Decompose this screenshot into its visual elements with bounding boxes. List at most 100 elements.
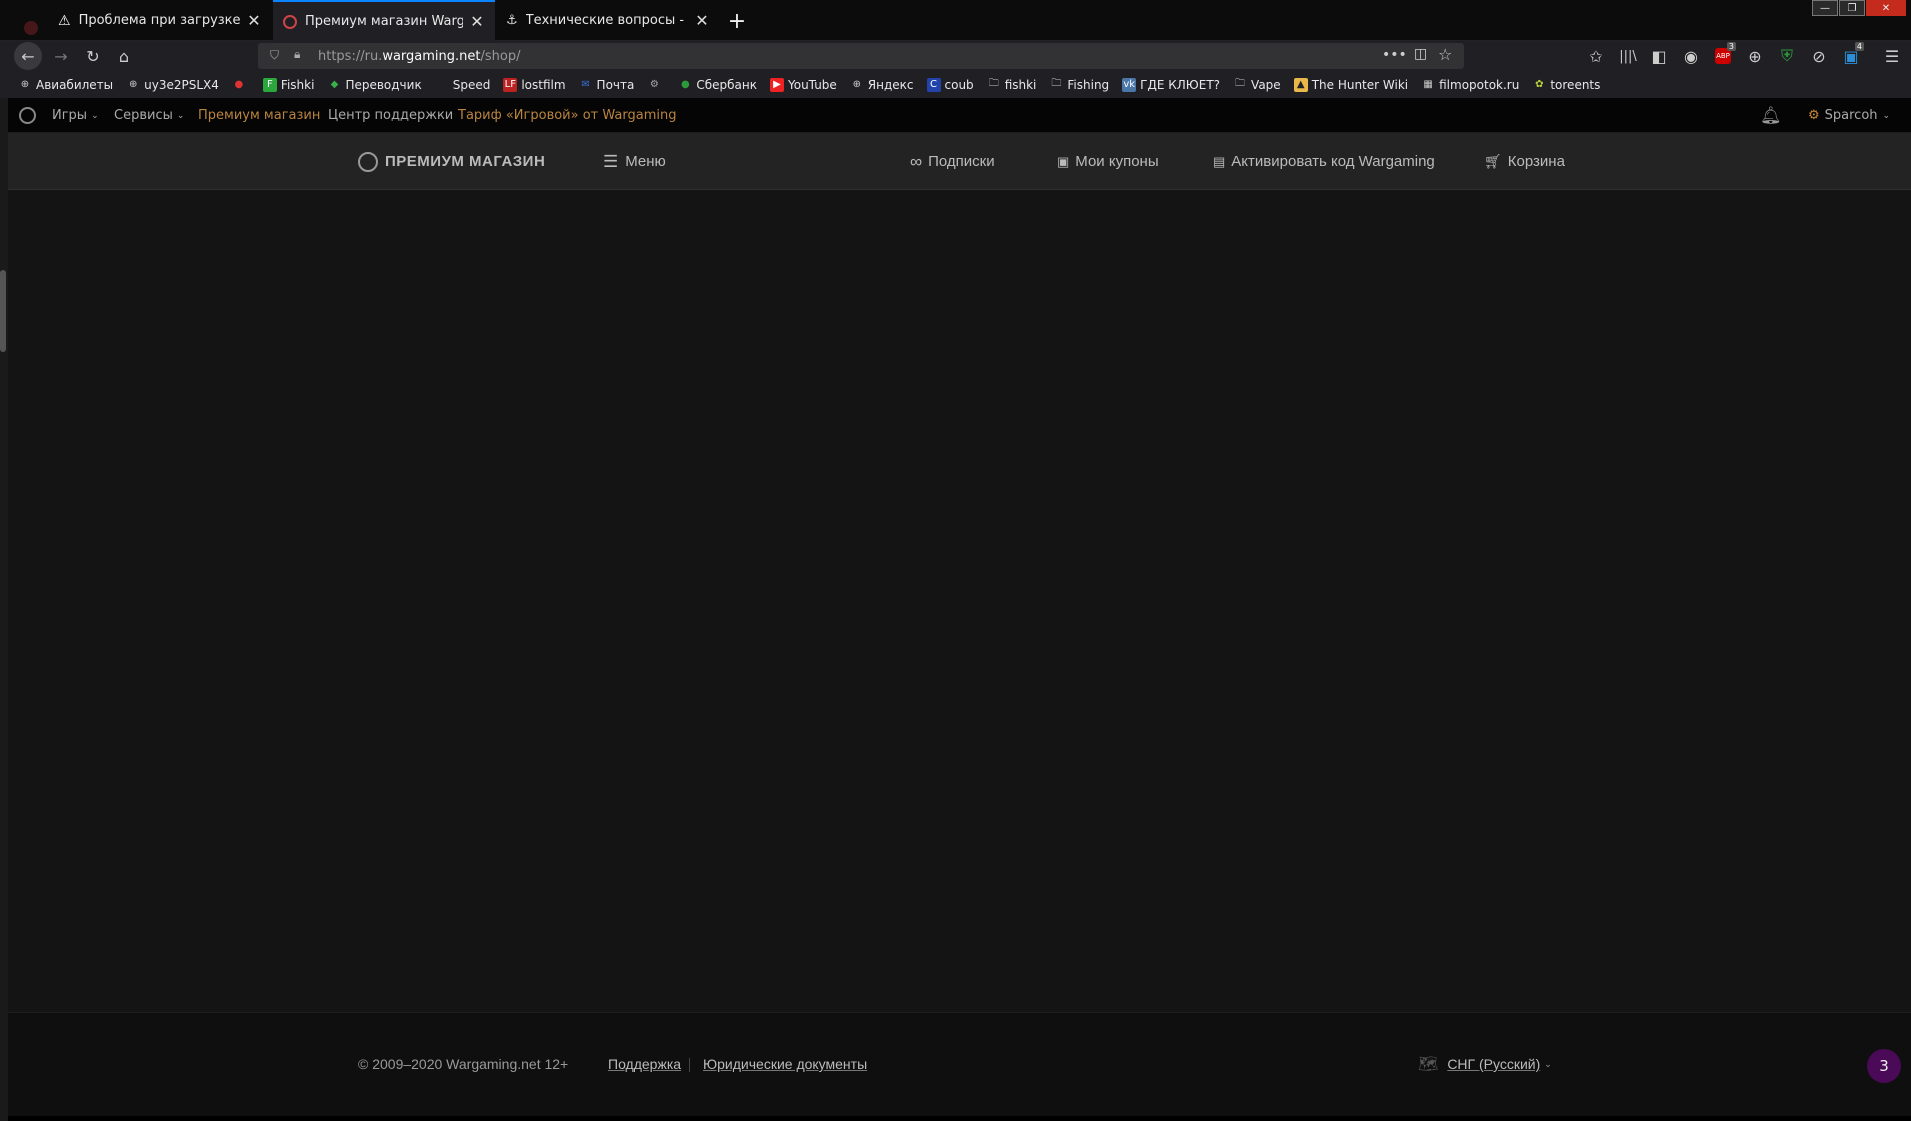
bookmark-item[interactable]: vk ГДЕ КЛЮЕТ? (1122, 77, 1221, 92)
cart-icon: 🛒︎ (1484, 153, 1502, 169)
bookmark-item[interactable]: ✿ toreents (1532, 78, 1600, 92)
subscriptions-link[interactable]: ∞ Подписки (910, 133, 995, 190)
lock-extension-button[interactable]: ▣ 4 (1837, 42, 1865, 70)
tab-premium-shop[interactable]: Премиум магазин Wargaming ✕ (273, 0, 495, 41)
bookmark-item[interactable]: ✉ Почта (579, 78, 634, 92)
minimize-button[interactable]: — (1812, 0, 1838, 16)
shop-menu-button[interactable]: ☰ Меню (603, 133, 666, 190)
adblock-button[interactable]: ABP 3 (1709, 42, 1737, 70)
shop-logo[interactable]: ПРЕМИУМ МАГАЗИН (358, 133, 545, 190)
pocket-icon[interactable]: ◫ (1414, 46, 1427, 62)
folder-icon: 🗀 (1235, 78, 1246, 89)
library-button[interactable]: |||\ (1614, 42, 1642, 70)
copyright-text: © 2009–2020 Wargaming.net 12+ (358, 1056, 569, 1072)
user-menu[interactable]: ⚙ Sparcoh ⌄ (1808, 98, 1890, 133)
bookmark-label: Fishki (280, 77, 315, 92)
block-extension-button[interactable]: ⊘ (1805, 42, 1833, 70)
bookmark-label: coub (944, 77, 974, 92)
bookmark-label: lostfilm (521, 77, 566, 92)
bookmark-item[interactable]: LF lostfilm (503, 77, 566, 92)
chevron-down-icon: ⌄ (176, 110, 185, 121)
close-icon[interactable]: ✕ (694, 11, 710, 30)
premium-shop-link[interactable]: Премиум магазин (198, 98, 320, 133)
bookmark-label: ГДЕ КЛЮЕТ? (1140, 77, 1221, 92)
region-selector[interactable]: 🗺︎ СНГ (Русский) ⌄ (1418, 1052, 1552, 1076)
bookmark-item[interactable]: ◆ Переводчик (327, 78, 422, 92)
notifications-bell-icon[interactable]: 🔔︎ (1760, 98, 1782, 133)
bookmark-item[interactable]: 🗀 fishki (987, 78, 1037, 92)
activate-code-link[interactable]: ▤ Активировать код Wargaming (1213, 133, 1435, 190)
bookmark-item[interactable]: ▶ YouTube (770, 77, 837, 92)
bookmark-label: filmopotok.ru (1439, 77, 1520, 92)
bookmark-item[interactable]: ⊕ uy3e2PSLX4 (126, 78, 219, 92)
bookmark-item[interactable]: ⊕ Авиабилеты (18, 78, 113, 92)
shield-extension-button[interactable]: ⛨ (1773, 42, 1801, 70)
bookmark-star-icon[interactable]: ☆ (1438, 45, 1452, 64)
bookmark-item[interactable]: Ccoub (926, 77, 974, 92)
cart-link[interactable]: 🛒︎ Корзина (1484, 133, 1565, 190)
page-footer (8, 1012, 1911, 1116)
bookmark-item[interactable]: F Fishki (262, 77, 315, 92)
globe-extension-button[interactable]: ⊕ (1741, 42, 1769, 70)
legal-docs-link[interactable]: Юридические документы (703, 1052, 867, 1076)
back-button[interactable]: ← (14, 42, 42, 70)
subscriptions-label: Подписки (928, 153, 995, 170)
fishki-icon: F (262, 77, 277, 92)
url-bar[interactable]: ⛉ 🔒︎ https://ru. wargaming.net/shop/ ••• … (258, 43, 1464, 69)
url-prefix: https://ru. (318, 48, 383, 64)
wargaming-logo-icon[interactable] (19, 107, 36, 124)
services-menu[interactable]: Сервисы ⌄ (114, 98, 184, 133)
bookmark-item[interactable]: ⚙ (647, 78, 665, 92)
bookmark-label: Speed (452, 77, 491, 92)
account-icon: ◉ (1684, 46, 1698, 66)
coupons-link[interactable]: ▣ Мои купоны (1057, 133, 1159, 190)
close-icon[interactable]: ✕ (246, 11, 262, 30)
bookmark-item[interactable]: ● Сбербанк (678, 78, 757, 92)
adblock-count: 3 (1726, 42, 1736, 51)
youtube-icon: ▶ (770, 77, 784, 92)
shield-icon: ⛨ (1780, 46, 1793, 65)
bookmarks-menu-button[interactable]: ✩ (1582, 42, 1610, 70)
reload-icon: ↻ (86, 46, 100, 66)
tariff-link[interactable]: Тариф «Игровой» от Wargaming (458, 98, 676, 133)
url-path: /shop/ (480, 48, 521, 64)
tab-load-problem[interactable]: ⚠ Проблема при загрузке стра ✕ (48, 0, 272, 41)
lock-icon: 🔒︎ (294, 47, 301, 61)
tab-tech-questions[interactable]: ⚓ Технические вопросы - Офи ✕ (496, 0, 720, 41)
bookmark-item[interactable]: ● (232, 78, 250, 92)
notification-counter-badge[interactable]: 3 (1867, 1049, 1901, 1083)
wargaming-logo-icon (283, 14, 297, 29)
bookmark-item[interactable]: ⊕ Яндекс (850, 78, 914, 92)
bookmark-label: toreents (1550, 77, 1601, 92)
infinity-icon: ∞ (910, 151, 923, 171)
bookmark-item[interactable]: Speed (435, 78, 491, 92)
new-tab-button[interactable]: + (724, 8, 750, 34)
close-window-button[interactable]: ✕ (1866, 0, 1906, 16)
speed-icon (435, 78, 449, 92)
support-center-link[interactable]: Центр поддержки (328, 98, 453, 133)
bookmark-item[interactable]: ▦ filmopotok.ru (1421, 78, 1519, 92)
globe-icon: ⊕ (852, 79, 861, 90)
bookmark-item[interactable]: ▲ The Hunter Wiki (1293, 77, 1408, 92)
account-button[interactable]: ◉ (1677, 42, 1705, 70)
support-link[interactable]: Поддержка (608, 1052, 681, 1076)
forward-button[interactable]: → (47, 42, 75, 70)
maximize-button[interactable]: ❐ (1839, 0, 1865, 16)
sidebar-button[interactable]: ◧ (1645, 42, 1673, 70)
user-name: Sparcoh (1824, 108, 1878, 123)
scrollbar-thumb[interactable] (0, 270, 6, 352)
games-menu[interactable]: Игры ⌄ (52, 98, 99, 133)
home-button[interactable]: ⌂ (110, 42, 138, 70)
library-icon: |||\ (1619, 48, 1637, 64)
coupon-icon: ▣ (1057, 153, 1070, 169)
page-actions-icon[interactable]: ••• (1382, 47, 1407, 63)
reload-button[interactable]: ↻ (79, 42, 107, 70)
hamburger-icon: ☰ (603, 151, 619, 171)
close-icon[interactable]: ✕ (469, 12, 485, 31)
bookmark-item[interactable]: 🗀 Fishing (1049, 78, 1109, 92)
app-menu-button[interactable]: ☰ (1878, 42, 1906, 70)
bookmark-item[interactable]: 🗀 Vape (1233, 78, 1281, 92)
tab-title: Премиум магазин Wargaming (305, 14, 463, 29)
russia-flag-icon: ● (234, 79, 244, 90)
firefox-menu-area (0, 0, 48, 41)
